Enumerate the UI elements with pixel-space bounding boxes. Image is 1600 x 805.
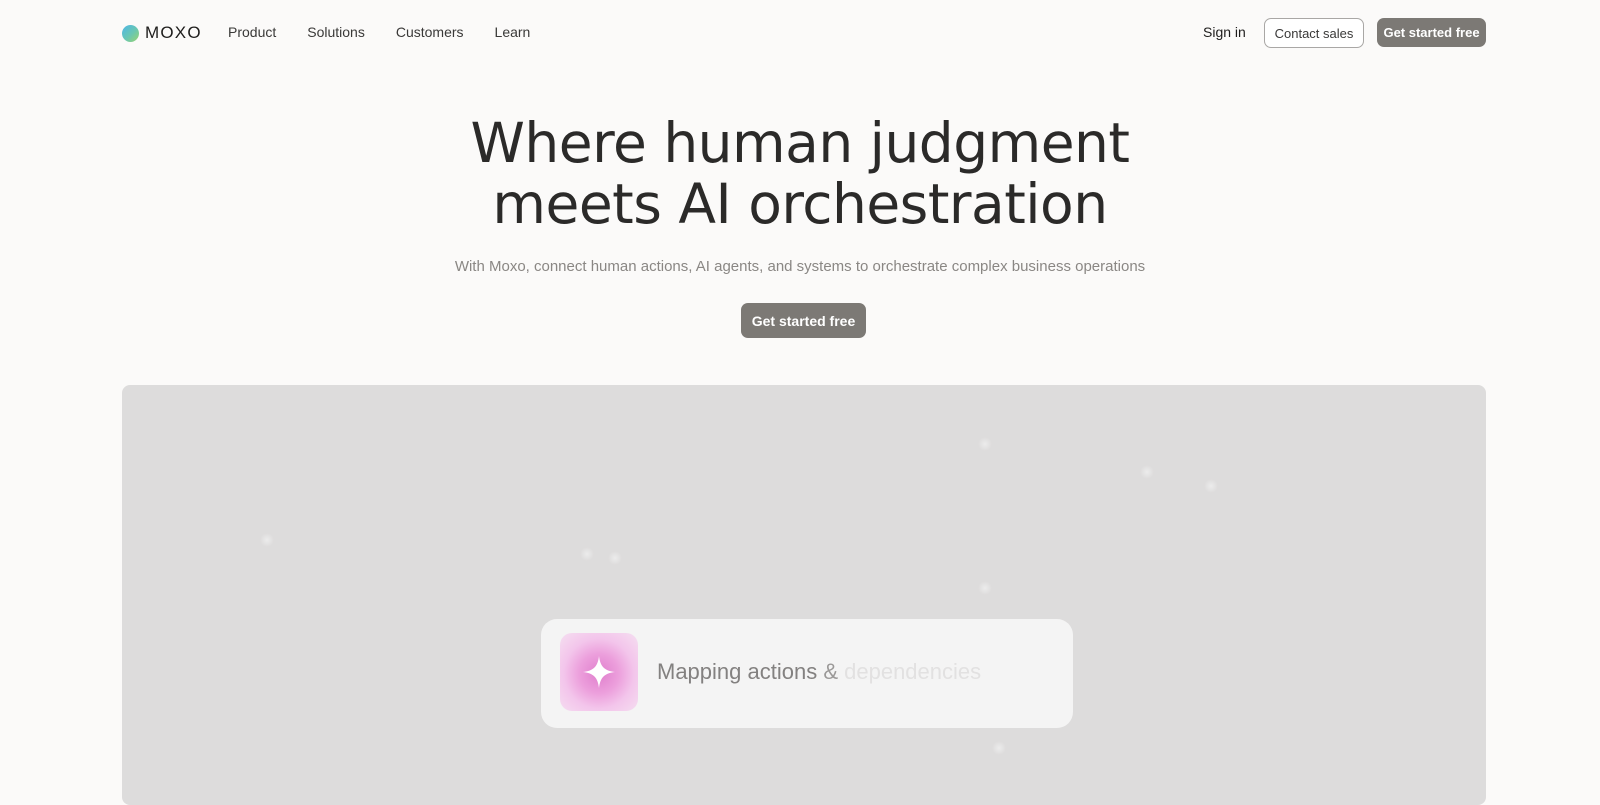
- ambient-dot: [580, 547, 594, 561]
- get-started-hero-button[interactable]: Get started free: [741, 303, 866, 338]
- hero-title: Where human judgment meets AI orchestrat…: [400, 113, 1200, 235]
- hero-title-line-2: meets AI orchestration: [492, 172, 1108, 236]
- get-started-nav-button[interactable]: Get started free: [1377, 18, 1486, 47]
- nav-link-solutions[interactable]: Solutions: [307, 24, 365, 40]
- status-text-ampersand: &: [817, 659, 845, 684]
- nav-link-customers[interactable]: Customers: [396, 24, 464, 40]
- ambient-dot: [1140, 465, 1154, 479]
- top-navigation: MOXO Product Solutions Customers Learn S…: [0, 0, 1600, 66]
- ambient-dot: [978, 581, 992, 595]
- hero-subtitle: With Moxo, connect human actions, AI age…: [454, 258, 1146, 275]
- sign-in-link[interactable]: Sign in: [1203, 24, 1246, 40]
- logo-mark-icon: [122, 24, 139, 42]
- ambient-dot: [260, 533, 274, 547]
- nav-links: Product Solutions Customers Learn: [228, 24, 530, 40]
- ambient-dot: [978, 437, 992, 451]
- ambient-dot: [1204, 479, 1218, 493]
- brand-name: MOXO: [145, 23, 202, 42]
- sparkle-tile: [560, 633, 638, 711]
- status-text-faded: dependencies: [844, 659, 982, 684]
- contact-sales-button[interactable]: Contact sales: [1264, 18, 1364, 48]
- status-message: Mapping actions & dependencies: [657, 659, 981, 685]
- ambient-dot: [992, 741, 1006, 755]
- status-card: Mapping actions & dependencies: [541, 619, 1073, 728]
- product-showcase: Mapping actions & dependencies: [122, 385, 1486, 805]
- ambient-dot: [608, 551, 622, 565]
- nav-link-product[interactable]: Product: [228, 24, 276, 40]
- nav-link-learn[interactable]: Learn: [495, 24, 531, 40]
- status-text-primary: Mapping actions: [657, 659, 818, 684]
- sparkle-icon: [583, 656, 615, 688]
- brand-logo[interactable]: MOXO: [122, 22, 202, 44]
- hero-title-line-1: Where human judgment: [470, 111, 1130, 175]
